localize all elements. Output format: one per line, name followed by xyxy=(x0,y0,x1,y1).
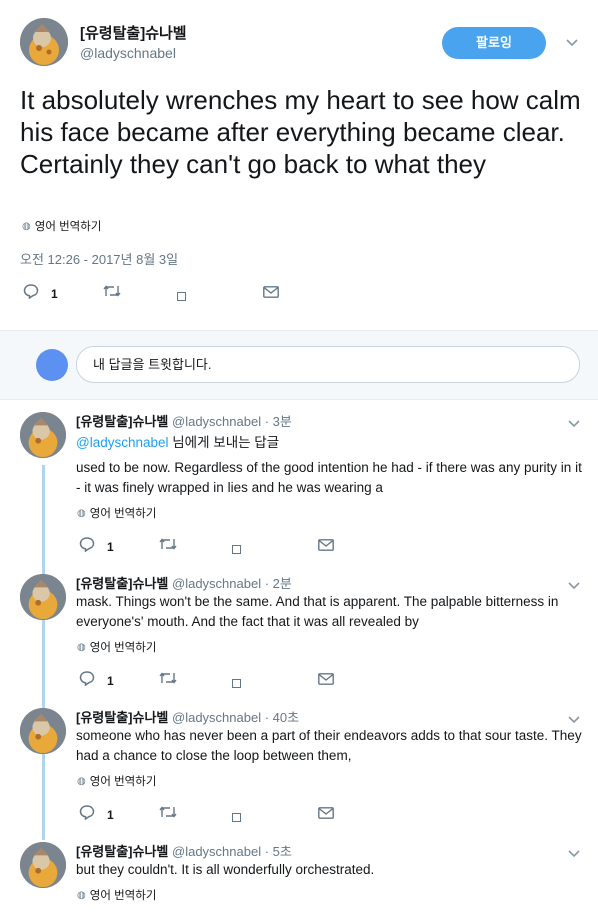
message-icon[interactable] xyxy=(318,672,334,690)
reply-time[interactable]: · 3분 xyxy=(265,414,292,429)
reply-author-handle[interactable]: @ladyschnabel xyxy=(172,844,261,859)
author-handle[interactable]: @ladyschnabel xyxy=(80,45,176,61)
reply-header: [유령탈출]슈나벨 @ladyschnabel · 5초 xyxy=(76,841,292,860)
globe-icon: ◍ xyxy=(22,220,31,232)
replying-to: @ladyschnabel 님에게 보내는 답글 xyxy=(76,433,279,453)
reply-text: someone who has never been a part of the… xyxy=(76,728,582,763)
reply-icon xyxy=(79,804,95,825)
retweet-icon[interactable] xyxy=(159,805,177,824)
reply-header: [유령탈출]슈나벨 @ladyschnabel · 3분 xyxy=(76,411,292,430)
like-icon[interactable] xyxy=(232,545,241,554)
translate-link[interactable]: ◍ 영어 번역하기 xyxy=(77,639,156,655)
reply-icon xyxy=(23,283,39,304)
reply-count: 1 xyxy=(107,539,114,554)
translate-link[interactable]: ◍ 영어 번역하기 xyxy=(77,505,156,521)
translate-link[interactable]: ◍ 영어 번역하기 xyxy=(77,773,156,789)
avatar-image xyxy=(20,708,66,754)
chevron-down-icon[interactable] xyxy=(568,415,580,433)
avatar-image xyxy=(20,412,66,458)
reply-text: mask. Things won't be the same. And that… xyxy=(76,594,559,629)
avatar[interactable] xyxy=(20,708,66,754)
reply-input[interactable]: 내 답글을 트윗합니다. xyxy=(76,346,580,383)
reply-action[interactable]: 1 xyxy=(79,804,114,825)
avatar[interactable] xyxy=(20,842,66,888)
author-name[interactable]: [유령탈출]슈나벨 xyxy=(80,22,187,43)
mention-link[interactable]: @ladyschnabel xyxy=(76,435,169,450)
reply-count: 1 xyxy=(107,807,114,822)
reply-header: [유령탈출]슈나벨 @ladyschnabel · 2분 xyxy=(76,573,292,592)
following-button[interactable]: 팔로잉 xyxy=(442,27,546,59)
reply-header: [유령탈출]슈나벨 @ladyschnabel · 40초 xyxy=(76,707,299,726)
translate-label: 영어 번역하기 xyxy=(89,776,157,788)
retweet-icon[interactable] xyxy=(103,284,121,303)
message-icon[interactable] xyxy=(318,806,334,824)
translate-link[interactable]: ◍ 영어 번역하기 xyxy=(77,887,156,903)
my-avatar xyxy=(36,349,68,381)
translate-link[interactable]: ◍ 영어 번역하기 xyxy=(22,218,101,234)
reply-time[interactable]: · 2분 xyxy=(265,576,292,591)
avatar[interactable] xyxy=(20,574,66,620)
reply-text: used to be now. Regardless of the good i… xyxy=(76,460,582,495)
retweet-icon[interactable] xyxy=(159,671,177,690)
reply-icon xyxy=(79,670,95,691)
reply-author-name[interactable]: [유령탈출]슈나벨 xyxy=(76,844,168,859)
reply-action[interactable]: 1 xyxy=(23,283,58,304)
message-icon[interactable] xyxy=(263,285,279,303)
reply-time[interactable]: · 40초 xyxy=(265,710,299,725)
globe-icon: ◍ xyxy=(77,507,86,519)
reply-count: 1 xyxy=(51,286,58,301)
avatar-image xyxy=(20,842,66,888)
reply-author-name[interactable]: [유령탈출]슈나벨 xyxy=(76,576,168,591)
like-icon[interactable] xyxy=(232,813,241,822)
reply-action[interactable]: 1 xyxy=(79,536,114,557)
translate-label: 영어 번역하기 xyxy=(34,221,102,233)
thread-line xyxy=(42,465,45,840)
globe-icon: ◍ xyxy=(77,641,86,653)
tweet-text: It absolutely wrenches my heart to see h… xyxy=(20,85,581,179)
message-icon[interactable] xyxy=(318,538,334,556)
globe-icon: ◍ xyxy=(77,775,86,787)
globe-icon: ◍ xyxy=(77,889,86,901)
avatar-image xyxy=(20,574,66,620)
avatar[interactable] xyxy=(20,18,68,66)
reply-time[interactable]: · 5초 xyxy=(265,844,292,859)
translate-label: 영어 번역하기 xyxy=(89,642,157,654)
reply-author-name[interactable]: [유령탈출]슈나벨 xyxy=(76,414,168,429)
reply-author-handle[interactable]: @ladyschnabel xyxy=(172,710,261,725)
reply-count: 1 xyxy=(107,673,114,688)
reply-text: but they couldn't. It is all wonderfully… xyxy=(76,862,375,877)
replying-to-suffix: 님에게 보내는 답글 xyxy=(168,435,280,450)
reply-action[interactable]: 1 xyxy=(79,670,114,691)
avatar-image xyxy=(20,18,68,66)
chevron-down-icon[interactable] xyxy=(566,34,578,50)
retweet-icon[interactable] xyxy=(159,537,177,556)
like-icon[interactable] xyxy=(177,292,186,301)
translate-label: 영어 번역하기 xyxy=(89,508,157,520)
reply-author-name[interactable]: [유령탈출]슈나벨 xyxy=(76,710,168,725)
reply-author-handle[interactable]: @ladyschnabel xyxy=(172,576,261,591)
reply-author-handle[interactable]: @ladyschnabel xyxy=(172,414,261,429)
tweet-timestamp[interactable]: 오전 12:26 - 2017년 8월 3일 xyxy=(20,249,178,268)
reply-icon xyxy=(79,536,95,557)
like-icon[interactable] xyxy=(232,679,241,688)
avatar[interactable] xyxy=(20,412,66,458)
translate-label: 영어 번역하기 xyxy=(89,890,157,902)
